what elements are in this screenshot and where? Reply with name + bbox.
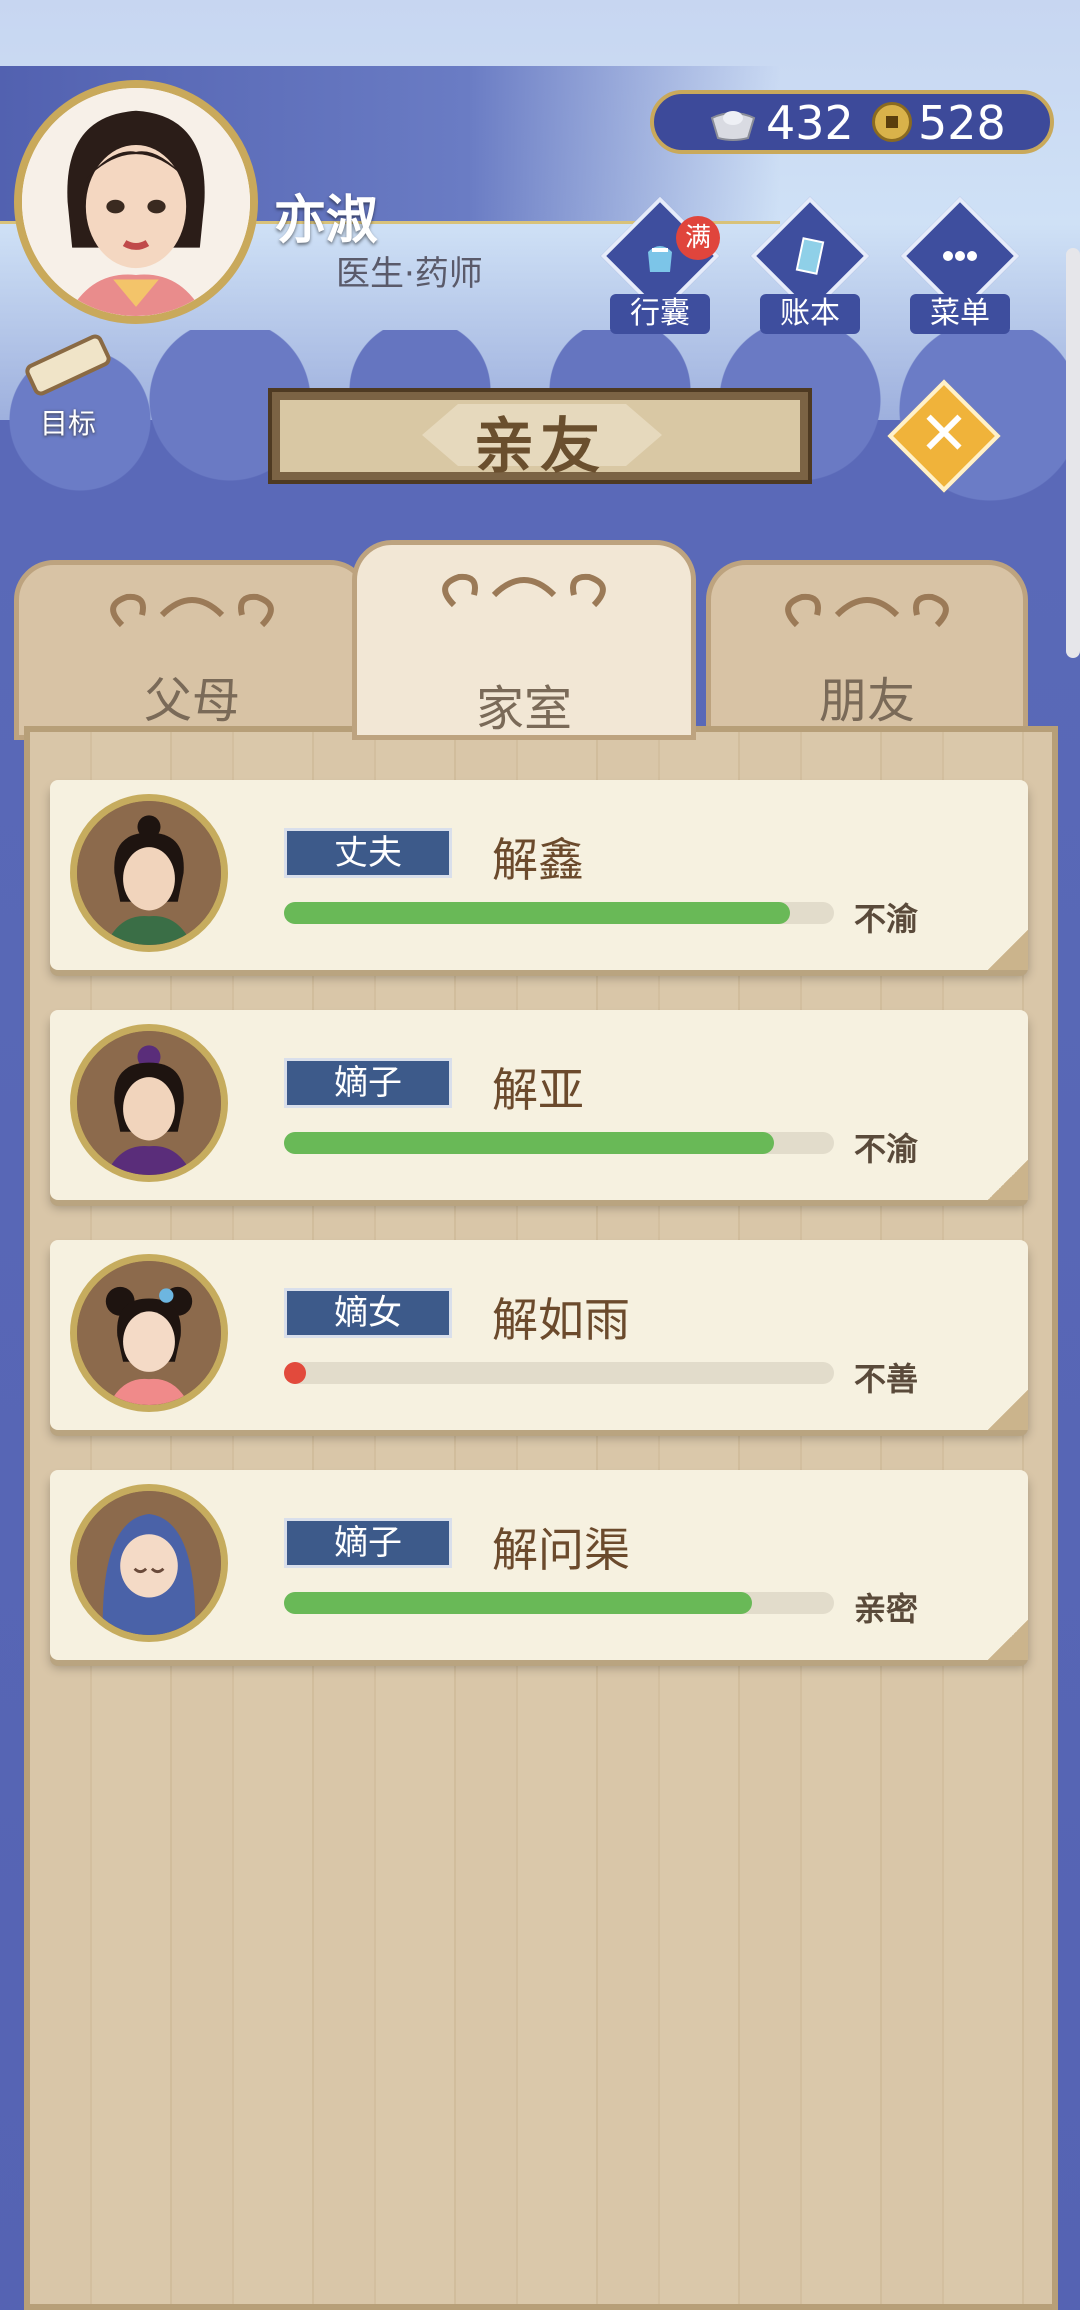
relative-card[interactable]: 嫡子 解亚 不渝 [50, 1010, 1028, 1200]
goal-button[interactable]: 目标 [18, 332, 118, 442]
relationship-status: 不渝 [854, 900, 919, 938]
silver-amount: 432 [766, 96, 854, 150]
silver-ingot-icon [710, 111, 756, 141]
relative-portrait-husband [70, 794, 228, 952]
copper-amount: 528 [918, 96, 1006, 150]
close-icon[interactable]: ✕ [904, 394, 984, 474]
tab-parents-label: 父母 [143, 673, 240, 729]
relative-card[interactable]: 嫡女 解如雨 不善 [50, 1240, 1028, 1430]
more-menu-button[interactable]: 菜单 [900, 196, 1020, 334]
tab-household[interactable]: 家室 [352, 540, 696, 740]
pouch-label: 行囊 [610, 294, 710, 334]
relative-portrait-daughter [70, 1254, 228, 1412]
affinity-bar [284, 1132, 834, 1154]
player-name: 亦淑 [274, 191, 379, 251]
more-dots-icon [943, 251, 977, 261]
relationship-status: 亲密 [854, 1590, 919, 1628]
relative-role: 嫡子 [284, 1058, 452, 1108]
card-curl [988, 1620, 1028, 1660]
tab-household-label: 家室 [475, 681, 572, 737]
relative-role: 嫡女 [284, 1288, 452, 1338]
relative-portrait-infant [70, 1484, 228, 1642]
tab-friends[interactable]: 朋友 [706, 560, 1028, 740]
more-menu-label: 菜单 [910, 294, 1010, 334]
player-portrait-icon [22, 88, 250, 316]
ledger-label: 账本 [760, 294, 860, 334]
relative-name: 解问渠 [492, 1523, 630, 1577]
page-title-banner: 亲友 [268, 388, 812, 484]
son-portrait-icon [77, 1031, 221, 1175]
relationship-status: 不善 [854, 1360, 919, 1398]
relative-name: 解如雨 [492, 1293, 630, 1347]
affinity-bar-fill [284, 902, 790, 924]
tab-parents[interactable]: 父母 [14, 560, 370, 740]
relative-card[interactable]: 嫡子 解问渠 亲密 [50, 1470, 1028, 1660]
relative-name: 解亚 [492, 1063, 584, 1117]
pouch-icon [648, 246, 672, 272]
cloud-ornament-icon [442, 573, 606, 608]
side-scroll-handle[interactable] [1066, 248, 1080, 658]
ledger-icon [795, 237, 825, 275]
affinity-bar [284, 902, 834, 924]
player-title: 医生·药师 [336, 254, 483, 294]
relative-name: 解鑫 [492, 833, 584, 887]
player-avatar[interactable] [14, 80, 258, 324]
page-title: 亲友 [474, 412, 606, 482]
currency-bar: 432 528 [650, 90, 1054, 154]
affinity-bar-fill [284, 1132, 774, 1154]
relative-role: 丈夫 [284, 828, 452, 878]
affinity-bar [284, 1592, 834, 1614]
card-curl [988, 1390, 1028, 1430]
relative-card[interactable]: 丈夫 解鑫 不渝 [50, 780, 1028, 970]
daughter-portrait-icon [77, 1261, 221, 1405]
infant-portrait-icon [77, 1491, 221, 1635]
cloud-ornament-icon [110, 593, 274, 628]
card-curl [988, 1160, 1028, 1200]
scroll-icon [25, 334, 111, 396]
affinity-bar [284, 1362, 834, 1384]
ledger-button[interactable]: 账本 [750, 196, 870, 334]
pouch-button[interactable]: 满 行囊 [600, 196, 720, 334]
relative-role: 嫡子 [284, 1518, 452, 1568]
copper-coin-icon [872, 102, 912, 142]
affinity-bar-fill [284, 1592, 752, 1614]
relative-portrait-son [70, 1024, 228, 1182]
affinity-bar-fill [284, 1362, 306, 1384]
husband-portrait-icon [77, 801, 221, 945]
cloud-ornament-icon [785, 593, 949, 628]
relationship-status: 不渝 [854, 1130, 919, 1168]
goal-label: 目标 [39, 407, 96, 440]
tab-friends-label: 朋友 [818, 673, 915, 729]
card-curl [988, 930, 1028, 970]
pouch-full-badge: 满 [676, 216, 720, 260]
